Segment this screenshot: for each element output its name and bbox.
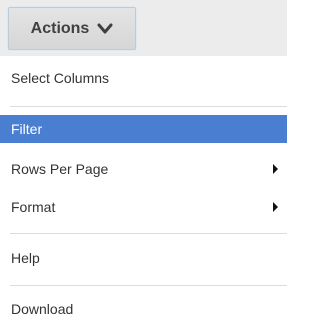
caret-right-icon [273, 202, 278, 212]
menu-item-label: Rows Per Page [11, 161, 109, 177]
actions-button-label: Actions [30, 19, 90, 37]
menu-item-format[interactable]: Format [0, 193, 287, 221]
menu-separator [10, 233, 287, 234]
menu-item-filter[interactable]: Filter [0, 115, 287, 143]
actions-dropdown-menu: Select Columns Filter Rows Per Page Form… [0, 56, 287, 331]
menu-item-label: Select Columns [11, 70, 110, 86]
menu-item-select-columns[interactable]: Select Columns [0, 64, 287, 92]
menu-item-download[interactable]: Download [0, 295, 287, 323]
menu-item-label: Filter [11, 121, 43, 137]
chevron-down-icon [97, 23, 113, 34]
menu-separator [10, 285, 287, 286]
caret-right-icon [273, 164, 278, 174]
report-toolbar: Actions [0, 0, 287, 56]
menu-separator [10, 106, 287, 107]
menu-item-label: Help [11, 250, 40, 266]
menu-item-label: Format [11, 199, 56, 215]
menu-item-help[interactable]: Help [0, 244, 287, 272]
menu-item-label: Download [11, 301, 74, 317]
actions-menu-button[interactable]: Actions [8, 7, 136, 50]
menu-item-rows-per-page[interactable]: Rows Per Page [0, 155, 287, 183]
